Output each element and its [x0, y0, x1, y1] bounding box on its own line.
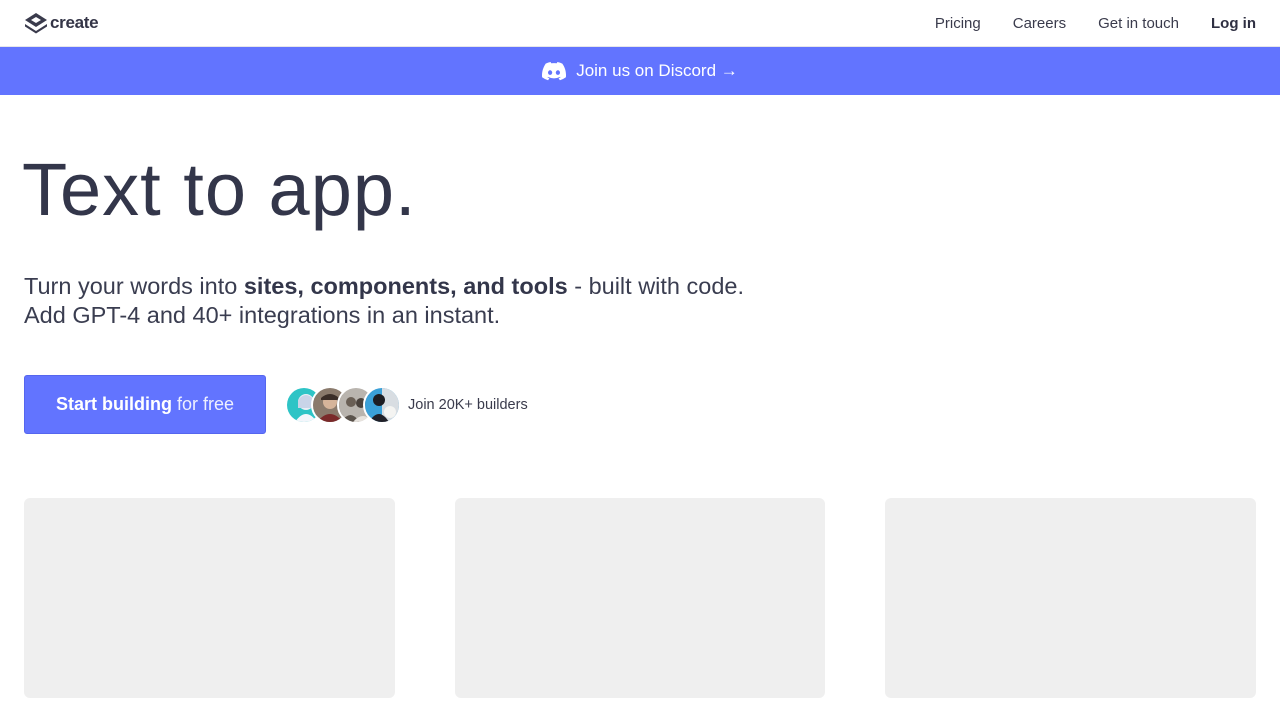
logo[interactable]: create [24, 12, 99, 34]
hero-title: Text to app. [22, 148, 417, 231]
nav-links: Pricing Careers Get in touch Log in [903, 0, 1256, 47]
nav-get-in-touch[interactable]: Get in touch [1098, 15, 1179, 32]
for-free-label: for free [176, 394, 235, 414]
preview-card-1[interactable] [24, 498, 395, 698]
preview-card-3[interactable] [885, 498, 1256, 698]
nav-pricing[interactable]: Pricing [935, 15, 981, 32]
create-logo-icon [25, 13, 47, 34]
builder-avatars [285, 386, 401, 424]
top-nav: create Pricing Careers Get in touch Log … [0, 0, 1280, 47]
discord-icon [542, 61, 567, 80]
logo-text: create [50, 13, 99, 32]
hero-subtitle-line-2: Add GPT-4 and 40+ integrations in an ins… [24, 302, 501, 328]
avatar-4 [363, 386, 401, 424]
join-builders-text: Join 20K+ builders [408, 397, 528, 413]
nav-careers[interactable]: Careers [1013, 15, 1066, 32]
nav-log-in[interactable]: Log in [1211, 15, 1256, 32]
start-building-label: Start building [55, 394, 172, 414]
hero-subtitle-line-1: Turn your words into sites, components, … [24, 272, 844, 301]
discord-banner[interactable]: Join us on Discord → [0, 47, 1280, 95]
hero-subtitle-prefix: Turn your words into [24, 273, 244, 299]
start-building-button[interactable]: Start building for free [24, 375, 266, 434]
hero-subtitle-suffix: - built with code. [567, 273, 745, 299]
hero-subtitle-bold: sites, components, and tools [243, 273, 568, 299]
hero-subtitle: Turn your words into sites, components, … [24, 272, 844, 330]
discord-banner-label: Join us on Discord → [576, 61, 738, 80]
preview-card-2[interactable] [455, 498, 825, 698]
